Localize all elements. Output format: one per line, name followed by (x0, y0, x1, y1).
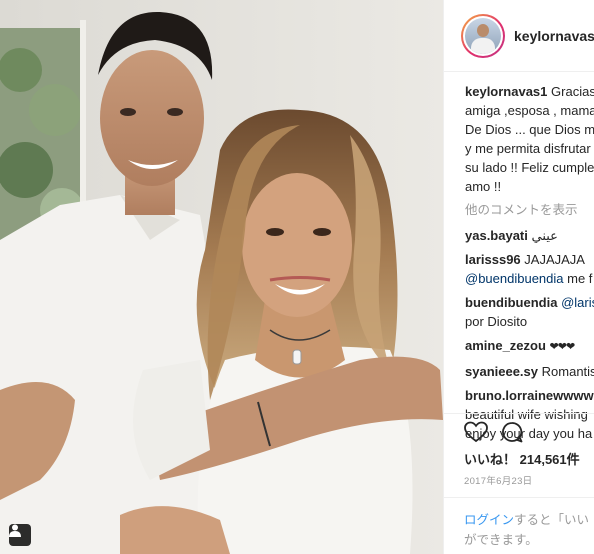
user-tag-icon (9, 524, 21, 537)
comment-text: JAJAJAJA (524, 252, 585, 267)
comment-text: ❤❤❤ (549, 341, 576, 353)
comment-bubble-icon[interactable] (501, 421, 523, 443)
post-actions: いいね！ 214,561件 2017年6月23日 ログインすると「いい ができま… (443, 413, 594, 554)
login-link[interactable]: ログイン (464, 513, 514, 527)
comment-2-line-2: @buendibuendia me f (465, 271, 593, 286)
post-photo[interactable] (0, 0, 443, 554)
comment-1: yas.bayati عيني (465, 226, 594, 245)
comment-username[interactable]: buendibuendia (465, 295, 557, 310)
avatar[interactable] (461, 13, 505, 58)
comment-mention[interactable]: @buendibuendia (465, 271, 564, 286)
caption-line-3: De Dios ... que Dios m (465, 122, 594, 137)
caption-line-4: y me permita disfrutar (465, 141, 591, 156)
comment-2: larisss96 JAJAJAJA (465, 250, 594, 269)
comment-username[interactable]: bruno.lorrainewwww (465, 388, 594, 403)
comment-mention[interactable]: @laris (561, 295, 594, 310)
view-all-comments-link[interactable]: 他のコメントを表示 (465, 201, 594, 220)
caption-username[interactable]: keylornavas1 (465, 84, 547, 99)
post-header: keylornavas1 (444, 0, 594, 72)
comment-3-line-2: por Diosito (465, 314, 528, 329)
heart-icon[interactable] (464, 421, 488, 443)
comment-username[interactable]: yas.bayati (465, 228, 528, 243)
comment-4: amine_zezou ❤❤❤ (465, 336, 594, 357)
comment-5: syanieee.sy Romantis (465, 362, 594, 381)
comment-username[interactable]: syanieee.sy (465, 364, 538, 379)
couple-photo (0, 0, 443, 554)
header-username[interactable]: keylornavas1 (514, 28, 594, 44)
likes-count[interactable]: いいね！ 214,561件 (464, 449, 580, 468)
caption-line-1: keylornavas1 Gracias (465, 84, 594, 99)
caption-line-2: amiga ,esposa , mama (465, 103, 594, 118)
comments-section: keylornavas1 Gracias amiga ,esposa , mam… (465, 82, 594, 443)
caption-line-6: amo !! (465, 179, 502, 194)
comment-username[interactable]: larisss96 (465, 252, 521, 267)
post-date[interactable]: 2017年6月23日 (464, 473, 532, 487)
caption-line-5: su lado !! Feliz cumple (465, 160, 594, 175)
login-prompt-text: ログインすると「いい ができます。 (464, 513, 590, 547)
comment-username[interactable]: amine_zezou (465, 338, 546, 353)
user-tag-button[interactable] (9, 524, 31, 546)
comment-text: عيني (531, 228, 558, 243)
comment-text: Romantis (541, 364, 594, 379)
comment-3: buendibuendia @laris (465, 293, 594, 312)
login-prompt: ログインすると「いい ができます。 (443, 497, 594, 554)
comment-6: bruno.lorrainewwww (465, 386, 594, 405)
